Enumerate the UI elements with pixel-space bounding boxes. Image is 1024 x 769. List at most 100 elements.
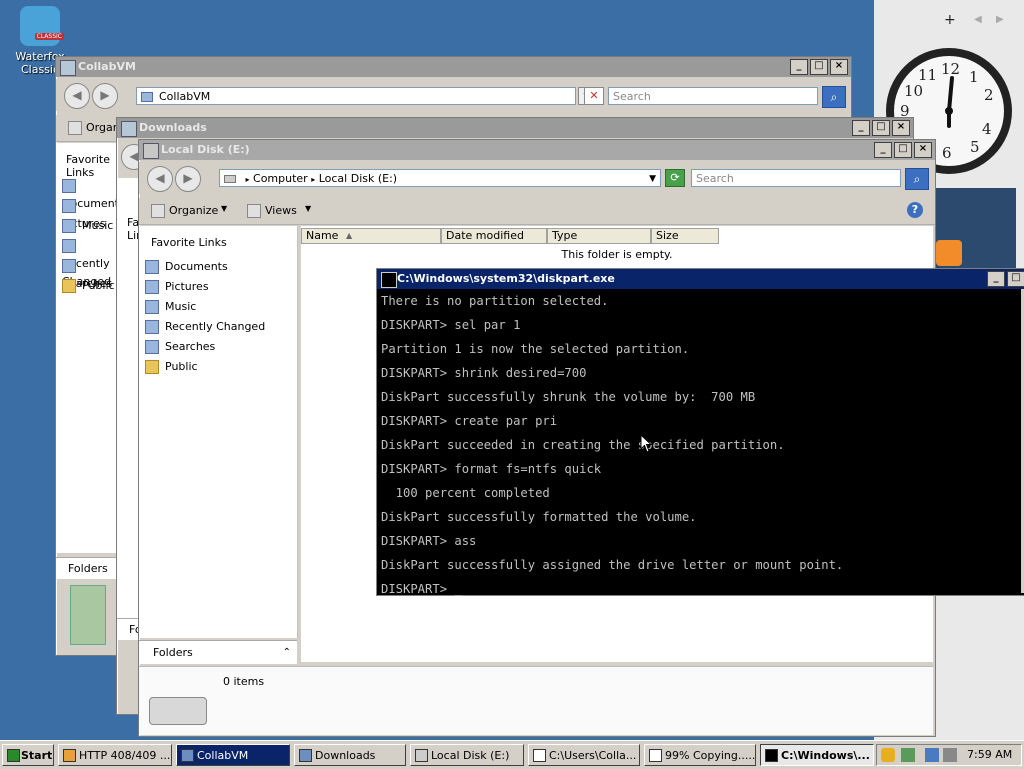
organize-button[interactable]: Organize <box>169 204 218 217</box>
taskbar-item-http[interactable]: HTTP 408/409 ... <box>58 744 172 766</box>
organize-dropdown-icon: ▼ <box>221 204 228 213</box>
organize-icon <box>151 204 165 218</box>
prev-gadget-button[interactable]: ◀ <box>974 14 982 25</box>
recently-changed-icon <box>62 239 76 253</box>
music-icon <box>62 219 76 233</box>
maximize-button[interactable]: □ <box>1007 271 1024 287</box>
folder-window-icon <box>121 121 137 137</box>
address-dropdown-icon[interactable]: ▼ <box>649 170 656 188</box>
stop-button[interactable]: ✕ <box>584 87 604 105</box>
link-music[interactable]: Music <box>145 298 196 316</box>
volume-muted-icon[interactable] <box>943 748 957 762</box>
network-status-icon[interactable] <box>925 748 939 762</box>
link-documents[interactable]: Documents <box>145 258 228 276</box>
column-type[interactable]: Type <box>547 228 651 244</box>
console-line: There is no partition selected. <box>381 294 609 308</box>
downloads-titlebar[interactable]: Downloads _ □ × <box>117 118 913 138</box>
close-button[interactable]: × <box>892 120 910 136</box>
item-count: 0 items <box>223 675 265 688</box>
search-button[interactable]: ⌕ <box>905 168 929 190</box>
documents-icon <box>62 179 76 193</box>
link-pictures[interactable]: Pictures <box>62 197 118 230</box>
console-line: DISKPART> create par pri <box>381 414 558 428</box>
next-gadget-button[interactable]: ▶ <box>996 14 1004 25</box>
drive-window-icon <box>143 143 159 159</box>
breadcrumb-local-disk[interactable]: Local Disk (E:) <box>319 172 397 185</box>
diskpart-console-window[interactable]: C:\Windows\system32\diskpart.exe _ □ Ther… <box>376 268 1024 596</box>
chevron-up-icon: ⌃ <box>282 647 291 658</box>
console-icon <box>765 749 778 762</box>
collabvm-folders-toggle[interactable]: Folders <box>56 557 118 579</box>
link-label: Public <box>82 279 115 292</box>
console-titlebar[interactable]: C:\Windows\system32\diskpart.exe _ □ <box>377 269 1024 289</box>
taskbar-item-collabvm[interactable]: CollabVM <box>176 744 290 766</box>
collabvm-favorite-links: Favorite Links Documents Pictures Music … <box>56 143 125 553</box>
drive-icon <box>415 749 428 762</box>
drive-large-icon <box>149 697 207 725</box>
link-music[interactable]: Music <box>62 217 113 235</box>
taskbar-item-console[interactable]: C:\Windows\... <box>760 744 874 766</box>
link-label: Searches <box>165 340 216 353</box>
downloads-folders-toggle[interactable]: Folders <box>117 618 139 640</box>
taskbar-clock[interactable]: 7:59 AM <box>967 748 1012 761</box>
back-button[interactable]: ◀ <box>147 166 173 192</box>
minimize-button[interactable]: _ <box>852 120 870 136</box>
folder-icon <box>181 749 194 762</box>
breadcrumb-computer[interactable]: Computer <box>253 172 308 185</box>
sidebar-toolbar: + ◀ ▶ <box>874 0 1024 40</box>
taskbar-item-7zip-users[interactable]: C:\Users\Colla... <box>528 744 640 766</box>
taskbar: Start HTTP 408/409 ... CollabVM Download… <box>0 740 1024 769</box>
searches-icon <box>145 340 159 354</box>
column-date-modified[interactable]: Date modified <box>441 228 547 244</box>
views-button[interactable]: Views <box>265 204 297 217</box>
address-text: CollabVM <box>159 90 211 103</box>
rss-icon <box>936 240 962 266</box>
close-button[interactable]: × <box>830 59 848 75</box>
help-icon[interactable]: ? <box>907 202 923 218</box>
link-public[interactable]: Public <box>145 358 198 376</box>
security-shield-icon[interactable] <box>881 748 895 762</box>
minimize-button[interactable]: _ <box>790 59 808 75</box>
link-public[interactable]: Public <box>62 277 115 295</box>
forward-button[interactable]: ▶ <box>92 83 118 109</box>
column-size[interactable]: Size <box>651 228 719 244</box>
add-gadget-button[interactable]: + <box>944 12 956 28</box>
taskbar-item-downloads[interactable]: Downloads <box>294 744 406 766</box>
column-label: Type <box>552 229 578 242</box>
minimize-button[interactable]: _ <box>874 142 892 158</box>
link-searches[interactable]: Searches <box>62 257 118 290</box>
maximize-button[interactable]: □ <box>872 120 890 136</box>
refresh-button[interactable]: ⟳ <box>665 169 685 187</box>
collabvm-titlebar[interactable]: CollabVM _ □ × <box>56 57 851 77</box>
address-bar[interactable]: CollabVM <box>136 87 576 105</box>
localdisk-folders-toggle[interactable]: Folders ⌃ <box>139 640 297 664</box>
localdisk-navbar: ◀ ▶ ▸ Computer ▸ Local Disk (E:) ▼ ⟳ Sea… <box>139 162 935 194</box>
task-label: 99% Copying..... <box>665 749 756 762</box>
link-recently-changed[interactable]: Recently Changed <box>62 237 118 288</box>
task-label: CollabVM <box>197 749 249 762</box>
taskbar-item-local-disk[interactable]: Local Disk (E:) <box>410 744 524 766</box>
start-button[interactable]: Start <box>2 744 54 766</box>
close-button[interactable]: × <box>914 142 932 158</box>
folder-icon <box>299 749 312 762</box>
localdisk-titlebar[interactable]: Local Disk (E:) _ □ × <box>139 140 935 160</box>
network-icon[interactable] <box>901 748 915 762</box>
link-recently-changed[interactable]: Recently Changed <box>145 318 265 336</box>
search-button[interactable]: ⌕ <box>822 86 846 108</box>
link-pictures[interactable]: Pictures <box>145 278 209 296</box>
maximize-button[interactable]: □ <box>810 59 828 75</box>
forward-button[interactable]: ▶ <box>175 166 201 192</box>
folders-label: Folders <box>153 646 193 659</box>
search-input[interactable]: Search <box>608 87 818 105</box>
taskbar-item-copying[interactable]: 99% Copying..... <box>644 744 756 766</box>
console-output[interactable]: There is no partition selected. DISKPART… <box>381 289 843 601</box>
link-searches[interactable]: Searches <box>145 338 215 356</box>
task-label: C:\Windows\... <box>781 749 870 762</box>
address-bar[interactable]: ▸ Computer ▸ Local Disk (E:) ▼ <box>219 169 661 187</box>
maximize-button[interactable]: □ <box>894 142 912 158</box>
minimize-button[interactable]: _ <box>987 271 1005 287</box>
recently-changed-icon <box>145 320 159 334</box>
back-button[interactable]: ◀ <box>64 83 90 109</box>
search-input[interactable]: Search <box>691 169 901 187</box>
column-name[interactable]: Name ▲ <box>301 228 441 244</box>
